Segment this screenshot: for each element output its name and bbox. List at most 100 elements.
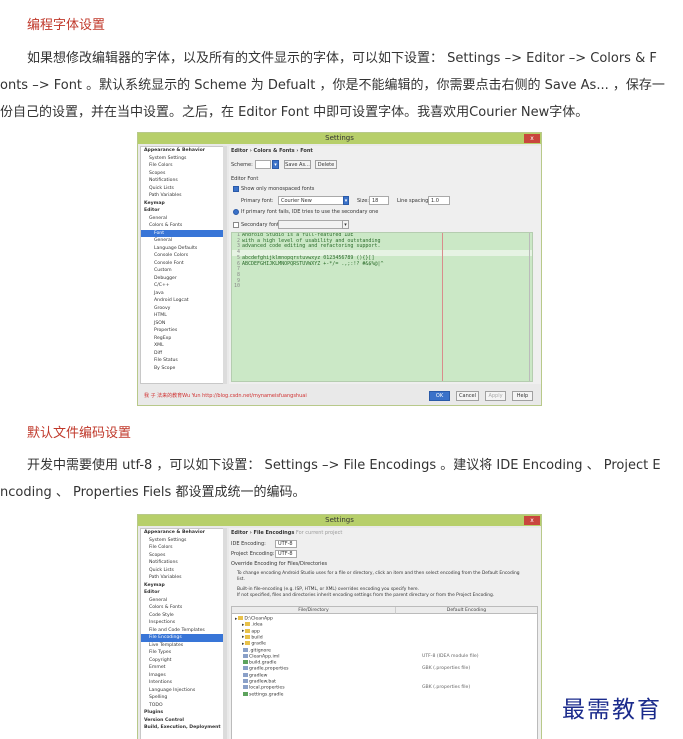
tree-item[interactable]: JSON	[141, 320, 225, 328]
table-row[interactable]: settings.gradle	[242, 691, 283, 698]
tree-item[interactable]: Diff	[141, 350, 225, 358]
tree-item[interactable]: Build, Execution, Deployment	[141, 724, 225, 732]
apply-button[interactable]: Apply	[485, 391, 506, 401]
tree-item[interactable]: Intentions	[141, 679, 225, 687]
size-input[interactable]: 18	[369, 196, 389, 205]
tree-item[interactable]: Appearance & Behavior	[141, 529, 225, 537]
tree-item[interactable]: Quick Lists	[141, 567, 225, 575]
tree-item[interactable]: Appearance & Behavior	[141, 147, 225, 155]
ok-button[interactable]: OK	[429, 391, 450, 401]
tree-item[interactable]: Console Colors	[141, 252, 225, 260]
tree-item[interactable]: Debugger	[141, 275, 225, 283]
primary-font-select[interactable]: Courier New	[278, 196, 348, 205]
tree-item[interactable]: File Colors	[141, 162, 225, 170]
row-encoding[interactable]: GBK (.properties file)	[422, 685, 470, 691]
tree-item[interactable]: General	[141, 597, 225, 605]
tree-item[interactable]: Language Defaults	[141, 245, 225, 253]
tree-item[interactable]: Copyright	[141, 657, 225, 665]
tree-item[interactable]: File Types	[141, 649, 225, 657]
tree-item[interactable]: File and Code Templates	[141, 627, 225, 635]
tree-item[interactable]: Live Templates	[141, 642, 225, 650]
tree-item[interactable]: Java	[141, 290, 225, 298]
chevron-right-icon[interactable]: ▸	[242, 642, 244, 647]
monospaced-checkbox[interactable]	[233, 186, 239, 192]
close-icon[interactable]: x	[524, 134, 540, 143]
tree-item[interactable]: C/C++	[141, 282, 225, 290]
tree-item[interactable]: Path Variables	[141, 192, 225, 200]
tree-item[interactable]: Spelling	[141, 694, 225, 702]
chevron-down-icon[interactable]: ▾	[272, 160, 279, 169]
ide-encoding-select[interactable]: UTF-8	[275, 540, 297, 548]
chevron-right-icon[interactable]: ▸	[242, 623, 244, 628]
secondary-font-checkbox[interactable]	[233, 222, 239, 228]
chevron-right-icon[interactable]: ▸	[242, 635, 244, 640]
tree-item[interactable]: General	[141, 215, 225, 223]
tree-item[interactable]: General	[141, 237, 225, 245]
tree-item[interactable]: File Status	[141, 357, 225, 365]
tree-item[interactable]: File Colors	[141, 544, 225, 552]
line-spacing-input[interactable]: 1.0	[428, 196, 450, 205]
tree-item[interactable]: Groovy	[141, 305, 225, 313]
tree-item[interactable]: Keymap	[141, 200, 225, 208]
tree-item[interactable]: HTML	[141, 312, 225, 320]
table-row[interactable]: ▸ D:\CleanApp	[235, 616, 273, 622]
tree-item[interactable]: Images	[141, 672, 225, 680]
cancel-button[interactable]: Cancel	[456, 391, 479, 401]
table-row[interactable]: gradlew	[242, 672, 267, 679]
chevron-down-icon[interactable]: ▾	[342, 220, 349, 229]
tree-item[interactable]: Quick Lists	[141, 185, 225, 193]
table-row[interactable]: local.properties	[242, 685, 285, 691]
tree-item[interactable]: Properties	[141, 327, 225, 335]
table-row[interactable]: ▸ .idea	[242, 622, 263, 628]
tree-item[interactable]: Path Variables	[141, 574, 225, 582]
tree-item[interactable]: Font	[141, 229, 225, 237]
tree-item[interactable]: Emmet	[141, 664, 225, 672]
tree-item[interactable]: Language Injections	[141, 687, 225, 695]
delete-button[interactable]: Delete	[315, 160, 337, 169]
tree-item[interactable]: Inspections	[141, 619, 225, 627]
font-preview-editor[interactable]: 1 2 3 4 5 6 7 8 9 10 Android Studio is a full-fea…	[231, 232, 533, 382]
table-row[interactable]: ▸ app	[242, 628, 260, 635]
tree-item[interactable]: Console Font	[141, 260, 225, 268]
tree-item[interactable]: Editor	[141, 589, 225, 597]
tree-item[interactable]: Colors & Fonts	[141, 222, 225, 230]
chevron-down-icon[interactable]: ▾	[343, 196, 349, 205]
save-as-button[interactable]: Save As...	[284, 160, 311, 169]
scheme-select[interactable]	[255, 160, 271, 169]
tree-item[interactable]: Notifications	[141, 177, 225, 185]
tree-item[interactable]: Android Logcat	[141, 297, 225, 305]
encoding-table[interactable]: File/Directory Default Encoding ▸ D:\Clea…	[231, 606, 538, 739]
tree-item[interactable]: Notifications	[141, 559, 225, 567]
tree-item[interactable]: Scopes	[141, 552, 225, 560]
tree-item[interactable]: Editor	[141, 207, 225, 215]
table-row[interactable]: gradle.properties	[242, 666, 289, 672]
table-row[interactable]: build.gradle	[242, 660, 276, 666]
chevron-right-icon[interactable]: ▸	[242, 629, 244, 634]
tree-item[interactable]: Custom	[141, 267, 225, 275]
column-header-file[interactable]: File/Directory	[232, 607, 395, 614]
tree-item[interactable]: Scopes	[141, 170, 225, 178]
row-encoding[interactable]: UTF-8 (IDEA module file)	[422, 654, 479, 660]
column-header-encoding[interactable]: Default Encoding	[395, 607, 537, 614]
close-icon[interactable]: x	[524, 516, 540, 525]
row-encoding[interactable]: GBK (.properties file)	[422, 666, 470, 672]
project-encoding-select[interactable]: UTF-8	[275, 550, 297, 558]
settings-tree[interactable]: Appearance & Behavior System Settings File…	[140, 528, 226, 739]
table-row[interactable]: gradlew.bat	[242, 679, 276, 685]
chevron-right-icon[interactable]: ▸	[235, 617, 237, 622]
help-button[interactable]: Help	[512, 391, 533, 401]
table-row[interactable]: ▸ gradle	[242, 641, 266, 647]
secondary-font-select[interactable]	[278, 220, 348, 229]
table-row[interactable]: CleanApp.iml	[242, 653, 280, 660]
tree-scrollbar[interactable]	[223, 146, 227, 384]
tree-item[interactable]: Plugins	[141, 709, 225, 717]
tree-item[interactable]: Colors & Fonts	[141, 604, 225, 612]
tree-item[interactable]: System Settings	[141, 537, 225, 545]
tree-item[interactable]: XML	[141, 342, 225, 350]
tree-item[interactable]: System Settings	[141, 155, 225, 163]
tree-item[interactable]: RegExp	[141, 335, 225, 343]
table-row[interactable]: .gitignore	[242, 647, 271, 654]
tree-item[interactable]: Version Control	[141, 717, 225, 725]
tree-item[interactable]: By Scope	[141, 365, 225, 373]
tree-scrollbar[interactable]	[223, 528, 227, 739]
